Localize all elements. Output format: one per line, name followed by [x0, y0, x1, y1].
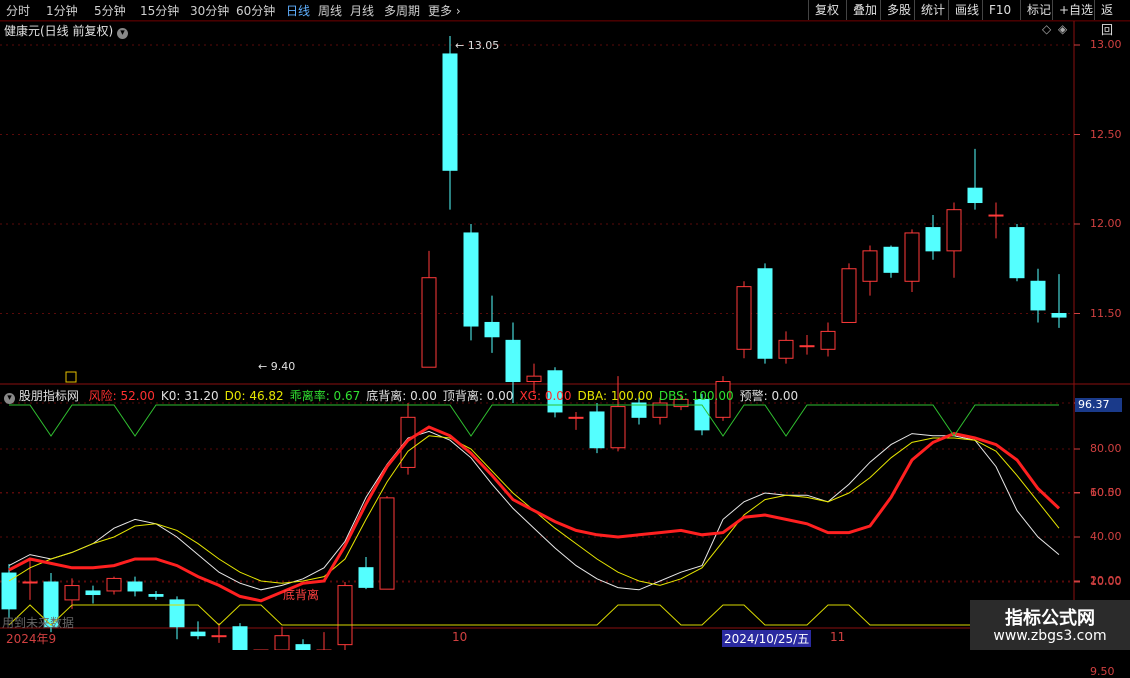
diamond-icon[interactable]: ◇ — [1042, 22, 1051, 36]
price-tick: 12.50 — [1090, 127, 1122, 141]
candle-body — [526, 375, 542, 383]
date-label-nov: 11 — [830, 630, 846, 644]
grid-lines — [0, 44, 1080, 583]
indicator-header: ▾ 股朋指标网 风险: 52.00 K0: 31.20 D0: 46.82 乖离率: … — [4, 387, 798, 404]
price-tick: 9.50 — [1090, 664, 1115, 678]
candle-body — [778, 339, 794, 359]
indicator-tick: 20.00 — [1090, 574, 1122, 587]
high-price-label: ← 13.05 — [455, 39, 499, 52]
candle-body — [925, 227, 941, 252]
cursor-date: 2024/10/25/五 — [722, 630, 812, 647]
metric-2: D0: 46.82 — [224, 389, 284, 403]
stock-title: 健康元(日线 前复权) ▾ — [4, 22, 129, 39]
candle-body — [358, 567, 374, 588]
bottom-band-line — [8, 604, 1059, 626]
indicator-tick: 80.00 — [1090, 442, 1122, 455]
price-tick: 13.00 — [1090, 38, 1122, 51]
metric-4: 底背离: 0.00 — [366, 389, 437, 403]
candle-body — [169, 599, 185, 628]
future-data-note: 用到未来数据 — [2, 616, 75, 630]
candle-body — [799, 345, 815, 348]
metric-7: DBA: 100.00 — [577, 389, 653, 403]
price-tick: 12.00 — [1090, 217, 1122, 230]
metric-6: XG: 0.00 — [519, 389, 572, 403]
candle-body — [610, 406, 626, 449]
candle-body — [1051, 313, 1067, 318]
indicator-lines — [8, 404, 1061, 626]
divergence-annotation: 底背离 — [283, 588, 320, 602]
candle-body — [127, 581, 143, 592]
metric-0: 风险: 52.00 — [88, 389, 155, 403]
candle-body — [1030, 280, 1046, 311]
metric-5: 顶背离: 0.00 — [442, 389, 514, 403]
candle-body — [442, 53, 458, 171]
candle-body — [484, 321, 500, 338]
candle-body — [148, 594, 164, 597]
dropdown-icon[interactable]: ▾ — [117, 28, 129, 39]
watermark-logo: 指标公式网 www.zbgs3.com — [970, 600, 1130, 650]
settings-icon[interactable]: ◈ — [1058, 22, 1067, 36]
candle-body — [736, 286, 752, 350]
candle-body — [232, 626, 248, 650]
metric-3: 乖离率: 0.67 — [289, 389, 361, 403]
candle-body — [505, 339, 521, 383]
date-label-sep: 2024年9 — [6, 632, 57, 646]
candle-body — [841, 268, 857, 323]
candle-body — [274, 635, 290, 650]
candle-body — [1009, 227, 1025, 279]
warning-band-line — [9, 404, 1059, 437]
candle-body — [85, 590, 101, 596]
risk-line — [8, 425, 1061, 603]
price-chart[interactable]: ← 13.05 ← 9.40 — [0, 0, 1130, 650]
candle-body — [190, 631, 206, 637]
candle-body — [106, 577, 122, 592]
candle-body — [337, 585, 353, 646]
current-indicator-value: 96.37 — [1075, 398, 1122, 412]
candle-body — [820, 330, 836, 350]
candle-body — [379, 497, 395, 590]
candle-body — [988, 214, 1004, 217]
indicator-metrics: 风险: 52.00 K0: 31.20 D0: 46.82 乖离率: 0.67 底背离:… — [83, 389, 799, 403]
candle-body — [211, 635, 227, 638]
watermark-title: 指标公式网 — [1005, 608, 1095, 629]
candle-body — [421, 277, 437, 368]
date-label-oct: 10 — [452, 630, 468, 644]
candlesticks — [1, 36, 1067, 650]
candle-body — [904, 232, 920, 282]
candle-body — [64, 585, 80, 601]
candle-body — [22, 581, 38, 584]
candle-body — [862, 250, 878, 282]
watermark-url: www.zbgs3.com — [993, 628, 1107, 644]
stock-title-text: 健康元(日线 前复权) — [4, 24, 114, 38]
candle-body — [568, 416, 584, 419]
candle-body — [883, 246, 899, 273]
indicator-name: 股朋指标网 — [18, 389, 79, 403]
candle-body — [589, 411, 605, 449]
indicator-tick: 40.00 — [1090, 530, 1122, 543]
candle-body — [463, 232, 479, 327]
candle-body — [295, 644, 311, 650]
candle-body — [757, 268, 773, 359]
indicator-dropdown-icon[interactable]: ▾ — [4, 393, 15, 404]
metric-1: K0: 31.20 — [160, 389, 219, 403]
indicator-tick: 60.00 — [1090, 486, 1122, 499]
metric-9: 预警: 0.00 — [739, 389, 799, 403]
low-price-label: ← 9.40 — [258, 360, 295, 373]
metric-8: DBS: 100.00 — [658, 389, 734, 403]
candle-body — [967, 187, 983, 204]
candle-body — [946, 209, 962, 252]
info-marker-icon[interactable] — [65, 371, 77, 383]
price-tick: 11.50 — [1090, 306, 1122, 320]
